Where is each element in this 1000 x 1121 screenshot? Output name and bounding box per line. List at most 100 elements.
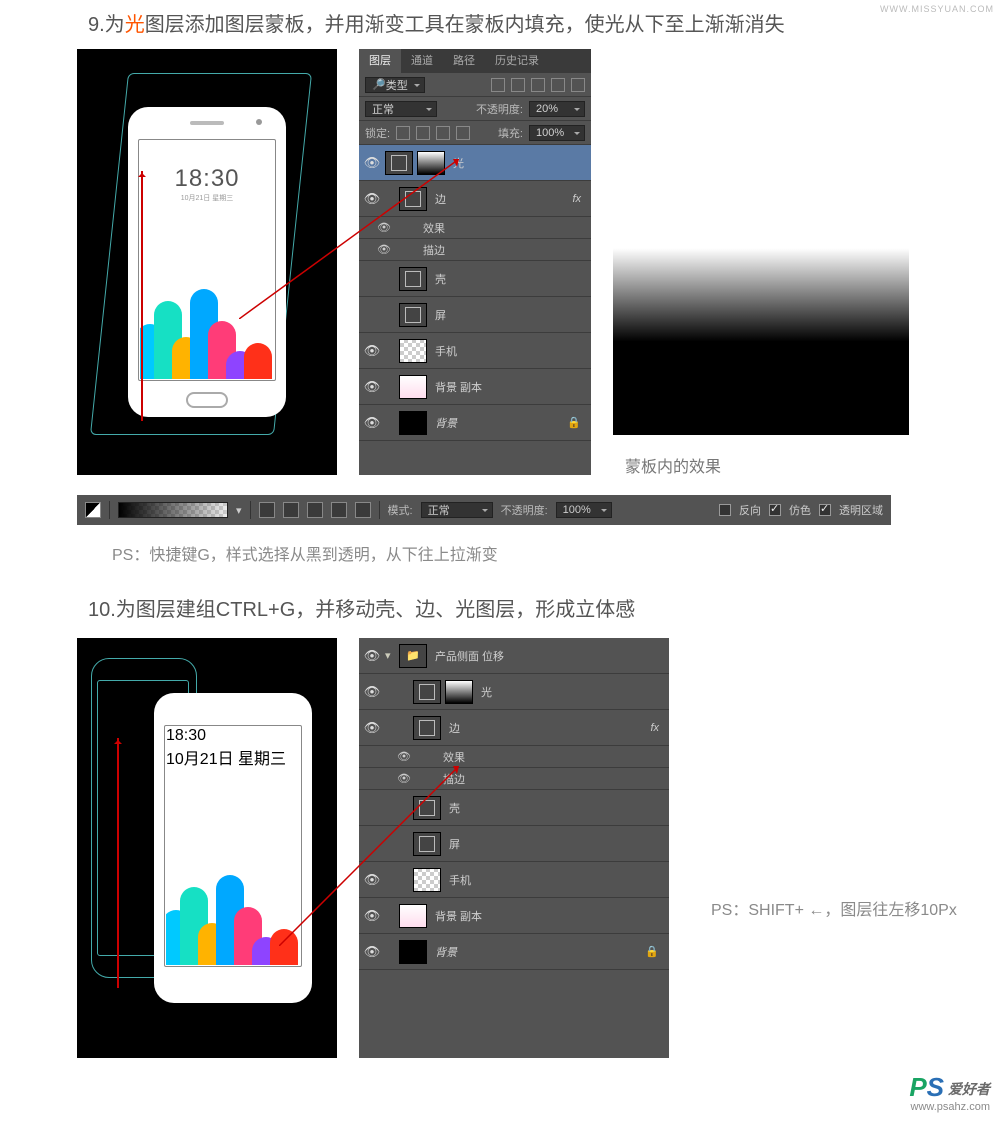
visibility-icon[interactable]: 👁 bbox=[359, 648, 385, 664]
layer-name: 光 bbox=[449, 155, 591, 171]
fx-badge[interactable]: fx bbox=[650, 722, 669, 734]
layer-bgcopy[interactable]: 👁 背景 副本 bbox=[359, 369, 591, 405]
layer-name: 手机 bbox=[445, 872, 669, 888]
tab-layers[interactable]: 图层 bbox=[359, 49, 401, 73]
arrow-up-icon bbox=[141, 171, 143, 421]
tab-paths[interactable]: 路径 bbox=[443, 49, 485, 73]
reverse-label: 反向 bbox=[739, 502, 761, 518]
transparency-checkbox[interactable] bbox=[819, 504, 831, 516]
step9-title: 9.为光图层添加图层蒙板，并用渐变工具在蒙板内填充，使光从下至上渐渐消失 bbox=[0, 0, 1000, 49]
lock-icon: 🔒 bbox=[645, 945, 669, 958]
logo-url: www.psahz.com bbox=[909, 1101, 990, 1113]
shape-thumb-icon bbox=[413, 680, 441, 704]
layer-name: 壳 bbox=[445, 800, 669, 816]
visibility-icon[interactable]: 👁 bbox=[359, 720, 385, 736]
layer-phone[interactable]: 👁 手机 bbox=[359, 333, 591, 369]
mode-label: 模式: bbox=[388, 502, 413, 518]
shift-note: PS：SHIFT+ ←，图层往左移10Px bbox=[711, 896, 957, 920]
fill-label: 填充: bbox=[498, 125, 523, 141]
dither-checkbox[interactable] bbox=[769, 504, 781, 516]
lock-label: 锁定: bbox=[365, 125, 390, 141]
swatch-icon[interactable] bbox=[85, 502, 101, 518]
tb-opacity-input[interactable]: 100% bbox=[556, 502, 612, 518]
watermark-top: WWW.MISSYUAN.COM bbox=[880, 4, 994, 14]
gradient-reflected-icon[interactable] bbox=[331, 502, 347, 518]
blend-mode-select[interactable]: 正常 bbox=[365, 101, 437, 117]
opacity-input[interactable]: 20% bbox=[529, 101, 585, 117]
ps-note: PS：快捷键G，样式选择从黑到透明，从下往上拉渐变 bbox=[0, 525, 1000, 593]
step9-highlight: 光 bbox=[125, 14, 145, 36]
logo-cn: 爱好者 bbox=[948, 1079, 990, 1099]
folder-icon: 📁 bbox=[399, 644, 427, 668]
arrow-diag-icon bbox=[279, 766, 459, 946]
layer-bg[interactable]: 👁 背景 🔒 bbox=[359, 405, 591, 441]
step9-prefix: 9.为 bbox=[88, 14, 125, 36]
lock-icon[interactable] bbox=[456, 126, 470, 140]
filter-icon[interactable] bbox=[531, 78, 545, 92]
dither-label: 仿色 bbox=[789, 502, 811, 518]
visibility-icon[interactable]: 👁 bbox=[359, 379, 385, 395]
gradient-toolbar: ▾ 模式: 正常 不透明度: 100% 反向 仿色 透明区域 bbox=[77, 495, 891, 525]
transparency-label: 透明区域 bbox=[839, 502, 883, 518]
mask-result: 蒙板内的效果 bbox=[613, 49, 909, 477]
lock-icon[interactable] bbox=[396, 126, 410, 140]
filter-icon[interactable] bbox=[571, 78, 585, 92]
tab-channels[interactable]: 通道 bbox=[401, 49, 443, 73]
visibility-icon[interactable]: 👁 bbox=[359, 684, 385, 700]
panel-tabs[interactable]: 图层 通道 路径 历史记录 bbox=[359, 49, 591, 73]
image-thumb-icon bbox=[399, 375, 427, 399]
lock-icon[interactable] bbox=[416, 126, 430, 140]
tab-history[interactable]: 历史记录 bbox=[485, 49, 549, 73]
logo-p: P bbox=[909, 1072, 926, 1102]
image-thumb-icon bbox=[399, 339, 427, 363]
image-thumb-icon bbox=[399, 411, 427, 435]
speaker-icon bbox=[190, 121, 224, 125]
mode-select[interactable]: 正常 bbox=[421, 502, 493, 518]
filter-icon[interactable] bbox=[491, 78, 505, 92]
fx-badge[interactable]: fx bbox=[572, 193, 591, 205]
phone-preview-2: 18:30 10月21日 星期三 bbox=[77, 638, 337, 1058]
layer-name: 手机 bbox=[431, 343, 591, 359]
shape-thumb-icon bbox=[413, 716, 441, 740]
gradient-preset-select[interactable] bbox=[118, 502, 228, 518]
layer-name: 屏 bbox=[445, 836, 669, 852]
reverse-checkbox[interactable] bbox=[719, 504, 731, 516]
mask-thumb-icon bbox=[445, 680, 473, 704]
lock-icon[interactable] bbox=[436, 126, 450, 140]
gradient-preview bbox=[613, 143, 909, 435]
step9-suffix: 图层添加图层蒙板，并用渐变工具在蒙板内填充，使光从下至上渐渐消失 bbox=[145, 14, 785, 36]
layer-group[interactable]: 👁 ▾ 📁 产品侧面 位移 bbox=[359, 638, 669, 674]
gradient-linear-icon[interactable] bbox=[259, 502, 275, 518]
layer-name: 背景 副本 bbox=[431, 379, 591, 395]
clock-text: 18:30 bbox=[166, 727, 300, 745]
visibility-icon[interactable]: 👁 bbox=[359, 415, 385, 431]
arrow-diag-icon bbox=[239, 159, 459, 319]
lock-icon: 🔒 bbox=[567, 416, 591, 429]
filter-type-select[interactable]: 🔎 类型 bbox=[365, 77, 425, 93]
opacity-label: 不透明度: bbox=[476, 101, 523, 117]
layer-name: 边 bbox=[445, 720, 650, 736]
layer-name: 产品侧面 位移 bbox=[431, 648, 669, 664]
layer-name: 背景 bbox=[431, 415, 567, 431]
gradient-diamond-icon[interactable] bbox=[355, 502, 371, 518]
layer-light[interactable]: 👁 光 bbox=[359, 674, 669, 710]
phone-preview-1: 18:30 10月21日 星期三 bbox=[77, 49, 337, 475]
home-button-icon bbox=[186, 392, 228, 408]
gradient-radial-icon[interactable] bbox=[283, 502, 299, 518]
layer-name: 背景 bbox=[431, 944, 645, 960]
watermark-bottom: PS爱好者 www.psahz.com bbox=[909, 1072, 990, 1113]
layer-name: 背景 副本 bbox=[431, 908, 669, 924]
filter-icon[interactable] bbox=[511, 78, 525, 92]
layer-name: 光 bbox=[477, 684, 669, 700]
layer-edge[interactable]: 👁 边 fx bbox=[359, 710, 669, 746]
layer-fx[interactable]: 👁效果 bbox=[359, 746, 669, 768]
arrow-up-icon bbox=[117, 738, 119, 988]
logo-s: S bbox=[927, 1072, 944, 1102]
mask-caption: 蒙板内的效果 bbox=[625, 453, 909, 477]
tb-opacity-label: 不透明度: bbox=[501, 502, 548, 518]
filter-icon[interactable] bbox=[551, 78, 565, 92]
step10-title: 10.为图层建组CTRL+G，并移动壳、边、光图层，形成立体感 bbox=[0, 593, 1000, 638]
gradient-angle-icon[interactable] bbox=[307, 502, 323, 518]
visibility-icon[interactable]: 👁 bbox=[359, 343, 385, 359]
fill-input[interactable]: 100% bbox=[529, 125, 585, 141]
